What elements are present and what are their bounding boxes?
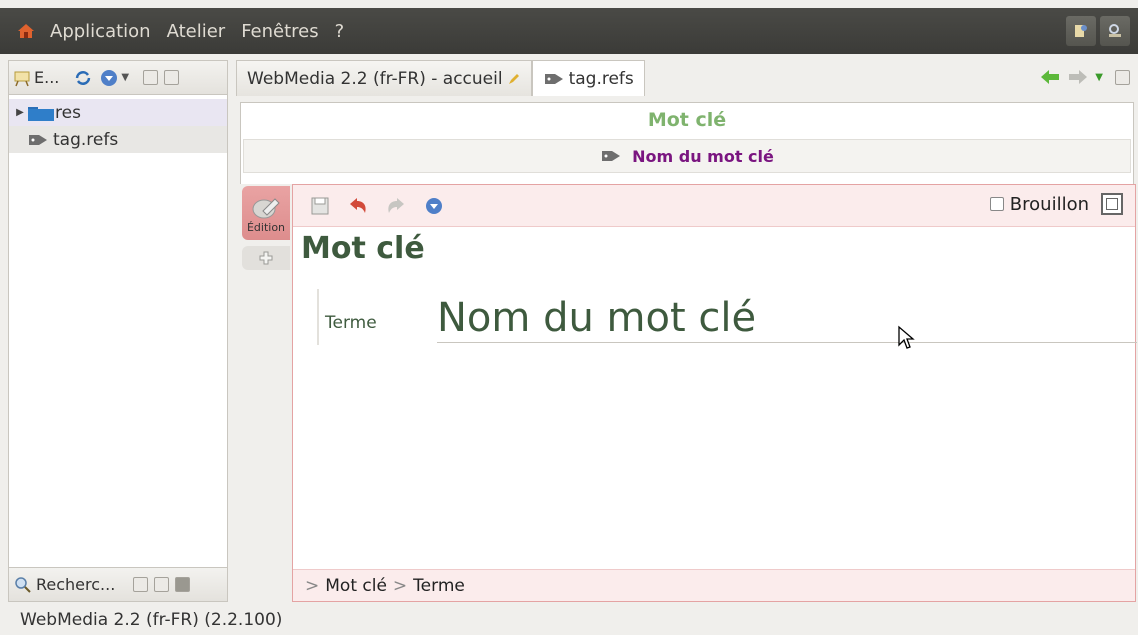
editor-area: WebMedia 2.2 (fr-FR) - accueil tag.refs …: [236, 60, 1137, 602]
breadcrumb-item-mot-cle[interactable]: Mot clé: [325, 576, 387, 596]
tree-item-label: tag.refs: [53, 129, 119, 150]
folder-icon: [28, 106, 54, 121]
field-label: Terme: [325, 313, 377, 333]
document-subtitle: Nom du mot clé: [632, 146, 774, 166]
explorer-icon: [14, 71, 30, 86]
menu-bar: Application Atelier Fenêtres ?: [0, 8, 1138, 54]
expand-arrow-icon[interactable]: ▶: [13, 107, 27, 118]
draft-control: Brouillon: [989, 193, 1123, 215]
form-title: Mot clé: [301, 231, 425, 266]
breadcrumb-separator: >: [305, 575, 320, 596]
options-circle-icon[interactable]: [423, 195, 445, 217]
tree-item-tag-refs[interactable]: tag.refs: [9, 126, 227, 153]
maximize-button[interactable]: [1115, 69, 1130, 85]
tree-item-res[interactable]: ▶ res: [9, 99, 227, 126]
tab-tag-refs[interactable]: tag.refs: [531, 60, 645, 96]
plus-icon: [259, 251, 273, 265]
breadcrumb-separator: >: [392, 575, 408, 596]
menu-help[interactable]: ?: [335, 21, 345, 42]
maximize-button[interactable]: [154, 577, 170, 592]
search-panel-title: Recherc...: [36, 575, 116, 594]
edit-frame: Édition Brouillon Mot clé Terme Nom du m…: [240, 184, 1137, 602]
menu-atelier[interactable]: Atelier: [167, 21, 226, 42]
tag-icon: [602, 151, 621, 161]
edit-panel: Brouillon Mot clé Terme Nom du mot clé >…: [292, 184, 1137, 602]
tab-webmedia-home[interactable]: WebMedia 2.2 (fr-FR) - accueil: [236, 60, 532, 96]
dropdown-circle-icon[interactable]: [99, 68, 119, 88]
tab-bar: WebMedia 2.2 (fr-FR) - accueil tag.refs …: [236, 60, 1136, 96]
side-tab-edition[interactable]: Édition: [242, 186, 290, 240]
side-tab-add[interactable]: [242, 246, 290, 270]
close-button[interactable]: [175, 577, 191, 592]
edit-toolbar: Brouillon: [293, 185, 1135, 227]
maximize-editor-button[interactable]: [1101, 193, 1123, 215]
tree-item-label: res: [55, 102, 81, 123]
chevron-down-icon[interactable]: ▼: [1095, 72, 1103, 83]
terme-input[interactable]: Nom du mot clé: [437, 293, 1137, 343]
search-icon: [15, 576, 31, 593]
field-terme: Terme Nom du mot clé: [317, 289, 1137, 347]
forward-arrow-icon[interactable]: [1067, 68, 1089, 86]
maximize-button[interactable]: [164, 70, 180, 85]
mouse-cursor-icon: [898, 325, 915, 349]
explorer-panel: E... ▼ ▶ res tag.refs Recherc...: [8, 60, 228, 602]
explorer-title: E...: [34, 68, 60, 87]
document-subtitle-bar: Nom du mot clé: [243, 139, 1131, 173]
tag-icon: [29, 134, 47, 145]
draft-checkbox[interactable]: [989, 197, 1004, 211]
side-tab-label: Édition: [246, 221, 286, 234]
side-tabs: Édition: [240, 184, 292, 602]
resource-tree: ▶ res tag.refs: [9, 95, 227, 153]
refresh-icon[interactable]: [73, 68, 93, 88]
menu-fenetres[interactable]: Fenêtres: [241, 21, 318, 42]
save-icon[interactable]: [309, 195, 331, 217]
document-title: Mot clé: [647, 109, 727, 131]
breadcrumb: > Mot clé > Terme: [293, 569, 1135, 601]
search-panel-header: Recherc...: [9, 567, 227, 601]
home-icon[interactable]: [16, 21, 36, 41]
back-arrow-icon[interactable]: [1039, 68, 1061, 86]
field-indent-bar: [317, 289, 319, 345]
tab-label: tag.refs: [568, 68, 634, 89]
status-text: WebMedia 2.2 (fr-FR) (2.2.100): [20, 609, 283, 630]
pencil-icon: [508, 73, 519, 84]
undo-icon[interactable]: [347, 195, 369, 217]
edit-icon: [252, 198, 280, 219]
tag-icon: [544, 73, 563, 84]
redo-icon[interactable]: [385, 195, 407, 217]
draft-label: Brouillon: [1009, 193, 1089, 215]
breadcrumb-item-terme[interactable]: Terme: [413, 576, 465, 596]
tab-navigation: ▼: [1039, 68, 1130, 86]
status-bar: WebMedia 2.2 (fr-FR) (2.2.100): [0, 604, 1138, 635]
minimize-button[interactable]: [133, 577, 149, 592]
tray-user-icon[interactable]: [1066, 16, 1096, 46]
tray-search-icon[interactable]: [1100, 16, 1130, 46]
explorer-header: E... ▼: [9, 61, 227, 95]
chevron-down-icon[interactable]: ▼: [121, 72, 129, 83]
minimize-button[interactable]: [143, 70, 159, 85]
tab-label: WebMedia 2.2 (fr-FR) - accueil: [247, 68, 503, 89]
menu-application[interactable]: Application: [50, 21, 151, 42]
